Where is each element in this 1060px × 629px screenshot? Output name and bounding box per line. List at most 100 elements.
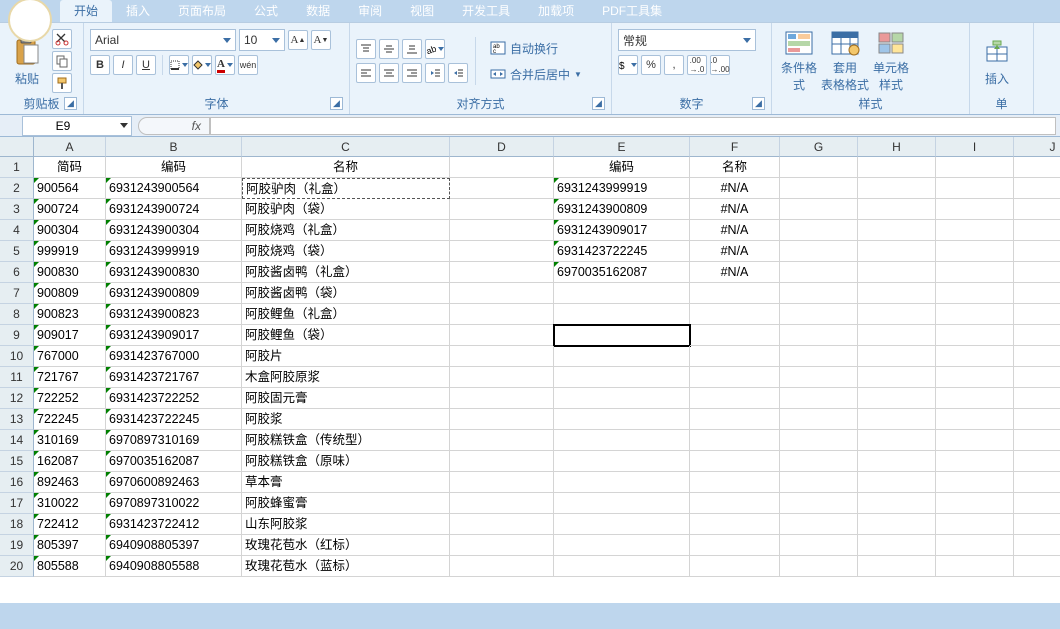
tab-视图[interactable]: 视图	[396, 0, 448, 22]
cell[interactable]: 900304	[34, 220, 106, 241]
cell[interactable]	[450, 262, 554, 283]
cell[interactable]: 6931243999919	[554, 178, 690, 199]
decrease-font-button[interactable]: A▼	[311, 30, 331, 50]
col-header-C[interactable]: C	[242, 137, 450, 157]
cell[interactable]: 玫瑰花苞水（红标）	[242, 535, 450, 556]
cell[interactable]	[1014, 430, 1060, 451]
row-header[interactable]: 10	[0, 346, 34, 367]
font-dialog-icon[interactable]: ◢	[330, 97, 343, 110]
cell[interactable]: 909017	[34, 325, 106, 346]
align-right-button[interactable]	[402, 63, 422, 83]
cell[interactable]	[1014, 514, 1060, 535]
row-header[interactable]: 13	[0, 409, 34, 430]
row-header[interactable]: 11	[0, 367, 34, 388]
cell[interactable]: 805397	[34, 535, 106, 556]
cell[interactable]	[690, 304, 780, 325]
cell[interactable]	[690, 325, 780, 346]
cell[interactable]	[858, 514, 936, 535]
comma-button[interactable]: ,	[664, 55, 684, 75]
cell[interactable]	[780, 283, 858, 304]
cell[interactable]	[554, 556, 690, 577]
tab-插入[interactable]: 插入	[112, 0, 164, 22]
cell[interactable]	[858, 199, 936, 220]
cell[interactable]: 722252	[34, 388, 106, 409]
cell[interactable]	[450, 346, 554, 367]
row-header[interactable]: 20	[0, 556, 34, 577]
cell[interactable]	[780, 409, 858, 430]
cell[interactable]	[936, 451, 1014, 472]
cell[interactable]	[690, 451, 780, 472]
cell[interactable]	[554, 388, 690, 409]
cell[interactable]	[780, 514, 858, 535]
cell[interactable]: 6940908805588	[106, 556, 242, 577]
cell[interactable]: 999919	[34, 241, 106, 262]
cell[interactable]: 名称	[242, 157, 450, 178]
cell[interactable]: #N/A	[690, 241, 780, 262]
cell[interactable]	[858, 220, 936, 241]
insert-cells-button[interactable]: 插入	[976, 29, 1018, 93]
tab-加载项[interactable]: 加载项	[524, 0, 588, 22]
cell[interactable]	[554, 283, 690, 304]
office-button[interactable]	[8, 0, 52, 42]
tab-开始[interactable]: 开始	[60, 0, 112, 22]
align-center-button[interactable]	[379, 63, 399, 83]
cell[interactable]: #N/A	[690, 199, 780, 220]
cell[interactable]	[554, 304, 690, 325]
cell[interactable]: 玫瑰花苞水（蓝标）	[242, 556, 450, 577]
cell[interactable]	[450, 199, 554, 220]
cell[interactable]	[858, 157, 936, 178]
cell[interactable]	[554, 367, 690, 388]
cell[interactable]	[936, 472, 1014, 493]
cell[interactable]	[1014, 325, 1060, 346]
cell[interactable]	[858, 430, 936, 451]
row-header[interactable]: 15	[0, 451, 34, 472]
cell[interactable]	[690, 346, 780, 367]
cell[interactable]	[690, 493, 780, 514]
cell[interactable]: 阿胶鲤鱼（礼盒）	[242, 304, 450, 325]
cell[interactable]: 简码	[34, 157, 106, 178]
cell[interactable]	[450, 472, 554, 493]
cell[interactable]: 阿胶固元膏	[242, 388, 450, 409]
row-header[interactable]: 6	[0, 262, 34, 283]
cell[interactable]	[450, 430, 554, 451]
border-button[interactable]	[169, 55, 189, 75]
cell[interactable]	[690, 535, 780, 556]
cell[interactable]	[1014, 493, 1060, 514]
cell[interactable]	[936, 220, 1014, 241]
increase-indent-button[interactable]	[448, 63, 468, 83]
cell[interactable]	[858, 367, 936, 388]
cell[interactable]	[936, 430, 1014, 451]
tab-开发工具[interactable]: 开发工具	[448, 0, 524, 22]
cell[interactable]	[780, 199, 858, 220]
align-top-button[interactable]	[356, 39, 376, 59]
cell[interactable]: 900564	[34, 178, 106, 199]
row-header[interactable]: 16	[0, 472, 34, 493]
align-dialog-icon[interactable]: ◢	[592, 97, 605, 110]
cell[interactable]	[1014, 346, 1060, 367]
col-header-I[interactable]: I	[936, 137, 1014, 157]
col-header-A[interactable]: A	[34, 137, 106, 157]
number-format-combo[interactable]: 常规	[618, 29, 756, 51]
cell[interactable]	[450, 514, 554, 535]
cell[interactable]	[450, 283, 554, 304]
col-header-F[interactable]: F	[690, 137, 780, 157]
cell[interactable]	[936, 367, 1014, 388]
cell[interactable]	[690, 556, 780, 577]
cell[interactable]	[858, 493, 936, 514]
cell[interactable]: 900809	[34, 283, 106, 304]
cell[interactable]	[450, 451, 554, 472]
cell[interactable]	[780, 220, 858, 241]
cell-styles-button[interactable]: 单元格 样式	[870, 29, 912, 93]
cell[interactable]: 6931423722245	[106, 409, 242, 430]
cell[interactable]	[690, 283, 780, 304]
cell[interactable]	[780, 241, 858, 262]
cell[interactable]	[780, 178, 858, 199]
cell[interactable]: 767000	[34, 346, 106, 367]
cell[interactable]: 阿胶蜂蜜膏	[242, 493, 450, 514]
cell[interactable]	[554, 451, 690, 472]
cell[interactable]: 阿胶糕铁盒（传统型）	[242, 430, 450, 451]
cell[interactable]	[936, 262, 1014, 283]
cell[interactable]: 6931423767000	[106, 346, 242, 367]
cell[interactable]: 山东阿胶浆	[242, 514, 450, 535]
cell[interactable]	[690, 472, 780, 493]
